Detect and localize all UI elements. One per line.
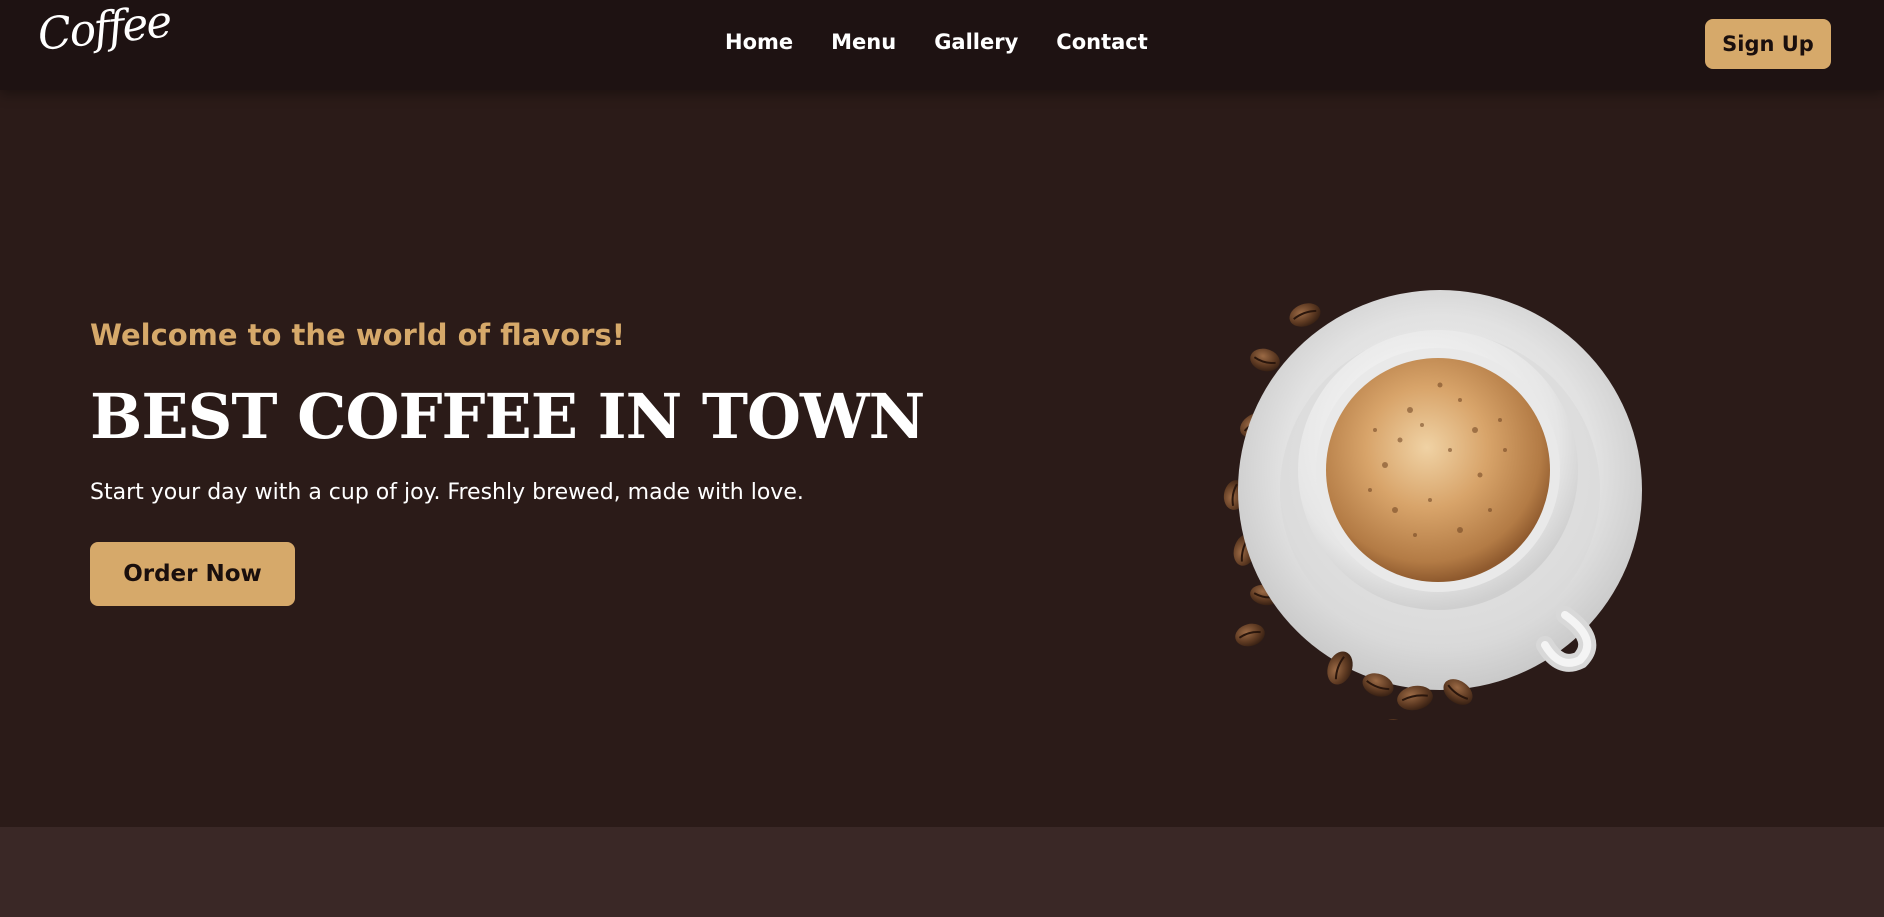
nav-link-home[interactable]: Home (725, 30, 793, 54)
next-section-band (0, 827, 1884, 917)
coffee-cup-with-beans-image (1223, 290, 1642, 720)
hero-tagline: Welcome to the world of flavors! (90, 318, 625, 352)
hero-section: Welcome to the world of flavors! BEST CO… (0, 90, 1884, 827)
order-now-button[interactable]: Order Now (90, 542, 295, 606)
navbar: Coffee Home Menu Gallery Contact Sign Up (0, 0, 1884, 90)
nav-link-menu[interactable]: Menu (831, 30, 896, 54)
coffee-logo[interactable]: Coffee (35, 0, 172, 61)
nav-link-contact[interactable]: Contact (1056, 30, 1148, 54)
hero-description: Start your day with a cup of joy. Freshl… (90, 480, 804, 505)
main-nav: Home Menu Gallery Contact (725, 30, 1148, 54)
sign-up-button[interactable]: Sign Up (1705, 19, 1831, 69)
hero-title: BEST COFFEE IN TOWN (90, 380, 925, 453)
nav-link-gallery[interactable]: Gallery (934, 30, 1018, 54)
